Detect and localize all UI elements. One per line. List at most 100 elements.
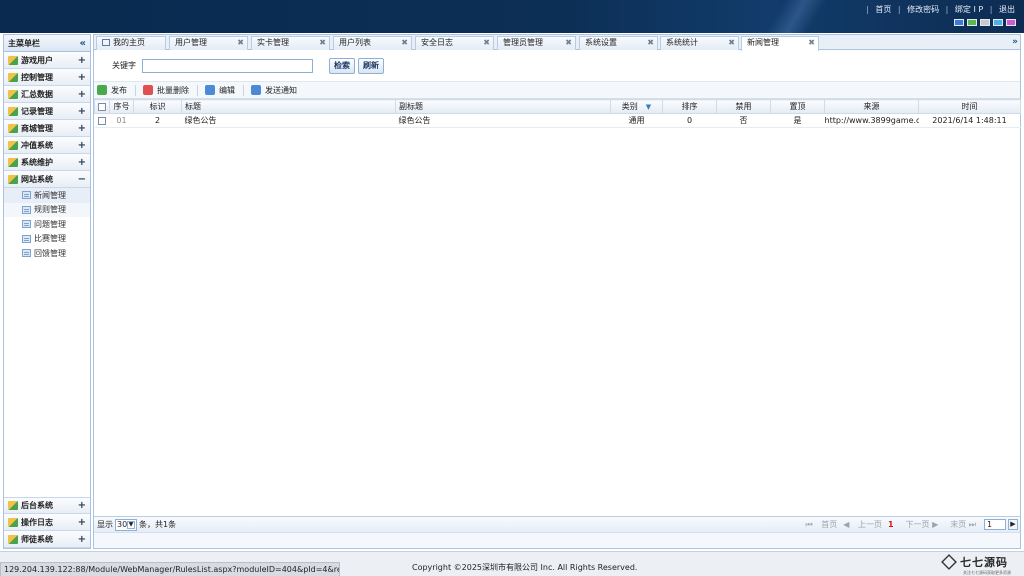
tab-user-list[interactable]: 用户列表 ✖ <box>333 36 412 50</box>
collapse-sidebar-icon[interactable]: « <box>80 38 86 49</box>
sidebar-item-mentor[interactable]: 师徒系统 + <box>4 531 90 548</box>
tab-card-manage[interactable]: 实卡管理 ✖ <box>251 36 330 50</box>
close-icon[interactable]: ✖ <box>483 37 490 49</box>
search-button[interactable]: 检索 <box>329 57 355 74</box>
filter-icon[interactable]: ▼ <box>646 103 651 111</box>
theme-swatch-lightblue[interactable] <box>993 19 1003 26</box>
sidebar-item-website[interactable]: 网站系统 − <box>4 171 90 188</box>
next-page-button[interactable]: 下一页 ▶ <box>900 519 939 530</box>
top-links: | 首页 | 修改密码 | 绑定 I P | 退出 <box>866 5 1015 14</box>
expand-icon[interactable]: + <box>78 89 86 100</box>
news-table: 序号 标识 标题 副标题 类别 ▼ 排序 禁用 置顶 来源 时间 01 2 绿色公… <box>94 99 1021 128</box>
last-page-button[interactable]: 末页 ⏭ <box>944 519 976 530</box>
refresh-button[interactable]: 刷新 <box>358 57 384 74</box>
theme-swatch-blue[interactable] <box>954 19 964 26</box>
sidebar-header: 主菜单栏 « <box>4 35 90 52</box>
sidebar-title: 主菜单栏 <box>8 38 40 48</box>
expand-icon[interactable]: + <box>78 55 86 66</box>
sidebar-item-mall[interactable]: 商城管理 + <box>4 120 90 137</box>
sidebar-item-game-users[interactable]: 游戏用户 + <box>4 52 90 69</box>
select-all-checkbox[interactable] <box>94 99 110 114</box>
tab-home[interactable]: 我的主页 <box>96 36 166 50</box>
list-icon <box>22 234 31 243</box>
current-page[interactable]: 1 <box>888 520 894 529</box>
sidebar-item-summary[interactable]: 汇总数据 + <box>4 86 90 103</box>
theme-swatch-green[interactable] <box>967 19 977 26</box>
theme-swatch-gray[interactable] <box>980 19 990 26</box>
expand-icon[interactable]: + <box>78 123 86 134</box>
pagination-bar: 显示 30 ▼ 条，共1条 ⏮ 首页 ◀ 上一页 1 下一页 ▶ 末页 ⏭ 1 ▶ <box>94 516 1020 532</box>
theme-swatch-pink[interactable] <box>1006 19 1016 26</box>
folder-icon <box>8 72 18 82</box>
close-icon[interactable]: ✖ <box>565 37 572 49</box>
home-link[interactable]: 首页 <box>875 5 891 14</box>
sidebar-subitem-feedback[interactable]: 回馈管理 <box>4 246 90 261</box>
status-url: 129.204.139.122:88/Module/WebManager/Rul… <box>0 562 340 576</box>
tab-news-manage[interactable]: 新闻管理 ✖ <box>741 36 819 51</box>
tab-scroll-icon[interactable]: » <box>1012 37 1018 47</box>
logout-link[interactable]: 退出 <box>999 5 1015 14</box>
folder-open-icon <box>8 174 18 184</box>
sidebar-item-control[interactable]: 控制管理 + <box>4 69 90 86</box>
folder-icon <box>8 534 18 544</box>
table-row[interactable]: 01 2 绿色公告 绿色公告 通用 0 否 是 http://www.3899g… <box>94 113 1021 128</box>
expand-icon[interactable]: + <box>78 517 86 528</box>
row-time: 2021/6/14 1:48:11 <box>918 113 1021 128</box>
publish-button[interactable]: 发布 <box>97 85 127 96</box>
sidebar-subitem-matches[interactable]: 比赛管理 <box>4 232 90 247</box>
edit-button[interactable]: 编辑 <box>205 85 235 96</box>
close-icon[interactable]: ✖ <box>647 37 654 49</box>
expand-icon[interactable]: + <box>78 140 86 151</box>
panel-footer-strip <box>94 532 1020 548</box>
page-number-input[interactable]: 1 <box>984 519 1006 530</box>
sidebar-subitem-questions[interactable]: 问题管理 <box>4 217 90 232</box>
close-icon[interactable]: ✖ <box>808 37 815 49</box>
row-title: 绿色公告 <box>181 113 396 128</box>
close-icon[interactable]: ✖ <box>401 37 408 49</box>
expand-icon[interactable]: + <box>78 534 86 545</box>
tab-system-stats[interactable]: 系统统计 ✖ <box>660 36 739 50</box>
col-category[interactable]: 类别 ▼ <box>610 99 663 114</box>
batch-delete-button[interactable]: 批量删除 <box>143 85 189 96</box>
expand-icon[interactable]: + <box>78 500 86 511</box>
tab-admin-manage[interactable]: 管理员管理 ✖ <box>497 36 576 50</box>
sidebar-item-backend[interactable]: 后台系统 + <box>4 497 90 514</box>
sidebar-subitem-rules[interactable]: 规则管理 <box>4 202 90 217</box>
tab-security-log[interactable]: 安全日志 ✖ <box>415 36 494 50</box>
toolbar-divider <box>197 84 198 96</box>
tab-system-settings[interactable]: 系统设置 ✖ <box>579 36 658 50</box>
sidebar-item-oplog[interactable]: 操作日志 + <box>4 514 90 531</box>
folder-icon <box>8 140 18 150</box>
col-title: 标题 <box>181 99 396 114</box>
send-notice-button[interactable]: 发送通知 <box>251 85 297 96</box>
sidebar-subitem-news[interactable]: 新闻管理 <box>4 188 90 203</box>
row-number: 01 <box>109 113 134 128</box>
prev-page-button[interactable]: ◀ 上一页 <box>843 519 882 530</box>
expand-icon[interactable]: + <box>78 106 86 117</box>
header-decoration <box>714 0 874 33</box>
main-panel: 我的主页 用户管理 ✖ 实卡管理 ✖ 用户列表 ✖ 安全日志 ✖ 管理员管理 ✖ 系统设置… <box>93 34 1021 549</box>
folder-icon <box>8 517 18 527</box>
sidebar-item-maintenance[interactable]: 系统维护 + <box>4 154 90 171</box>
bind-ip-link[interactable]: 绑定 I P <box>955 5 983 14</box>
sidebar-item-recharge[interactable]: 冲值系统 + <box>4 137 90 154</box>
collapse-icon[interactable]: − <box>78 174 86 185</box>
home-icon <box>102 39 110 46</box>
page-size-label: 显示 <box>97 520 113 529</box>
close-icon[interactable]: ✖ <box>728 37 735 49</box>
expand-icon[interactable]: + <box>78 157 86 168</box>
keyword-input[interactable] <box>142 58 313 73</box>
close-icon[interactable]: ✖ <box>237 37 244 49</box>
page-size-select[interactable]: 30 ▼ <box>115 518 137 531</box>
expand-icon[interactable]: + <box>78 72 86 83</box>
pager-nav: ⏮ 首页 ◀ 上一页 1 下一页 ▶ 末页 ⏭ 1 ▶ <box>800 519 1018 530</box>
close-icon[interactable]: ✖ <box>319 37 326 49</box>
tab-user-manage[interactable]: 用户管理 ✖ <box>169 36 248 50</box>
change-password-link[interactable]: 修改密码 <box>907 5 939 14</box>
col-subtitle: 副标题 <box>395 99 611 114</box>
row-checkbox[interactable] <box>94 113 110 128</box>
first-page-button[interactable]: ⏮ 首页 <box>806 519 838 530</box>
go-page-icon[interactable]: ▶ <box>1008 519 1018 530</box>
col-sort: 排序 <box>662 99 717 114</box>
sidebar-item-records[interactable]: 记录管理 + <box>4 103 90 120</box>
